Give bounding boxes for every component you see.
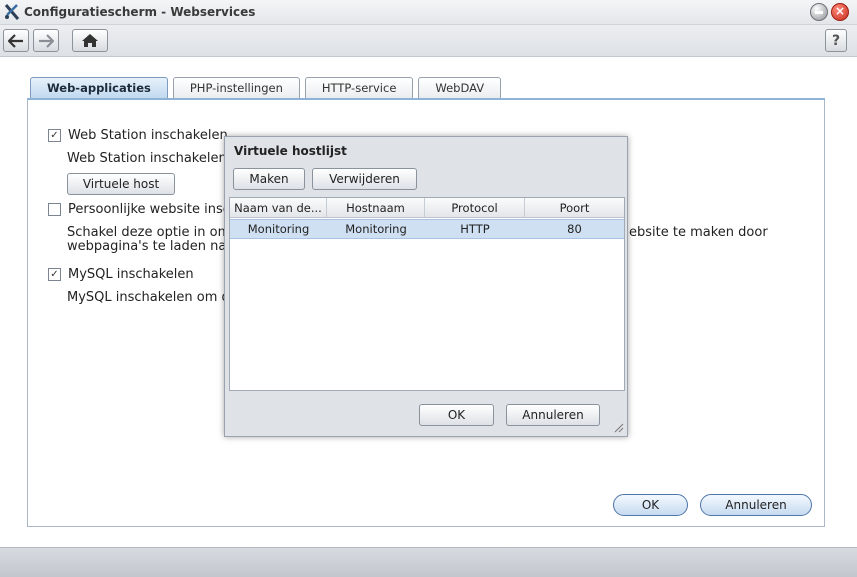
ok-button[interactable]: OK (613, 494, 688, 516)
home-button[interactable] (72, 29, 108, 52)
cancel-button[interactable]: Annuleren (700, 494, 812, 516)
tab-php-instellingen[interactable]: PHP-instellingen (172, 77, 300, 99)
personal-website-label: Persoonlijke website insc (68, 202, 230, 217)
cell-hostname: Monitoring (345, 222, 407, 236)
create-button[interactable]: Maken (233, 168, 305, 190)
toolbar: ? (0, 25, 857, 57)
personal-website-row: Persoonlijke website insc (48, 202, 230, 217)
web-station-row: ✓ Web Station inschakelen (48, 128, 228, 143)
personal-website-description-2: webpagina's te laden naa (67, 239, 235, 254)
column-header-protocol[interactable]: Protocol (425, 198, 525, 218)
help-button[interactable]: ? (825, 29, 847, 52)
virtual-host-table: Naam van de... Hostnaam Protocol Poort M… (229, 197, 625, 391)
web-station-checkbox[interactable]: ✓ (48, 129, 61, 142)
mysql-row: ✓ MySQL inschakelen (48, 267, 194, 282)
column-header-port[interactable]: Poort (525, 198, 624, 218)
close-button[interactable]: × (831, 3, 849, 21)
window-title: Configuratiescherm - Webservices (24, 5, 256, 19)
tab-bar: Web-applicaties PHP-instellingen HTTP-se… (30, 77, 506, 99)
column-header-name[interactable]: Naam van de... (230, 198, 327, 218)
virtual-host-dialog: Virtuele hostlijst Maken Verwijderen Naa… (224, 136, 628, 437)
close-icon: × (834, 4, 846, 18)
personal-website-description-1: Schakel deze optie in om (67, 225, 231, 240)
web-station-description: Web Station inschakelen (67, 151, 227, 166)
mysql-label: MySQL inschakelen (68, 267, 194, 282)
cell-protocol: HTTP (460, 222, 490, 236)
personal-website-checkbox[interactable] (48, 203, 61, 216)
arrow-left-icon (8, 33, 23, 48)
tab-http-service[interactable]: HTTP-service (304, 77, 414, 99)
cell-port: 80 (567, 222, 582, 236)
back-button[interactable] (3, 29, 29, 52)
mysql-description: MySQL inschakelen om de (67, 290, 238, 305)
dialog-ok-button[interactable]: OK (419, 404, 494, 426)
status-bar (0, 547, 857, 577)
personal-website-description-1-right: ebsite te maken door (629, 225, 768, 240)
resize-grip-icon[interactable] (614, 423, 624, 433)
tab-webdav[interactable]: WebDAV (418, 77, 502, 99)
table-header: Naam van de... Hostnaam Protocol Poort (230, 198, 624, 218)
minimize-button[interactable] (810, 3, 828, 21)
tab-web-applicaties[interactable]: Web-applicaties (30, 77, 168, 99)
delete-button[interactable]: Verwijderen (312, 168, 417, 190)
dialog-title: Virtuele hostlijst (234, 144, 347, 158)
home-icon (82, 34, 98, 47)
dialog-cancel-button[interactable]: Annuleren (506, 404, 600, 426)
arrow-right-icon (39, 33, 54, 48)
web-station-label: Web Station inschakelen (68, 128, 228, 143)
cell-name: Monitoring (247, 222, 310, 236)
title-bar: Configuratiescherm - Webservices × (0, 0, 857, 25)
synology-icon (4, 4, 20, 20)
forward-button[interactable] (33, 29, 59, 52)
virtual-host-button[interactable]: Virtuele host (67, 173, 175, 195)
column-header-hostname[interactable]: Hostnaam (327, 198, 425, 218)
table-row[interactable]: Monitoring Monitoring HTTP 80 (230, 219, 624, 239)
mysql-checkbox[interactable]: ✓ (48, 268, 61, 281)
